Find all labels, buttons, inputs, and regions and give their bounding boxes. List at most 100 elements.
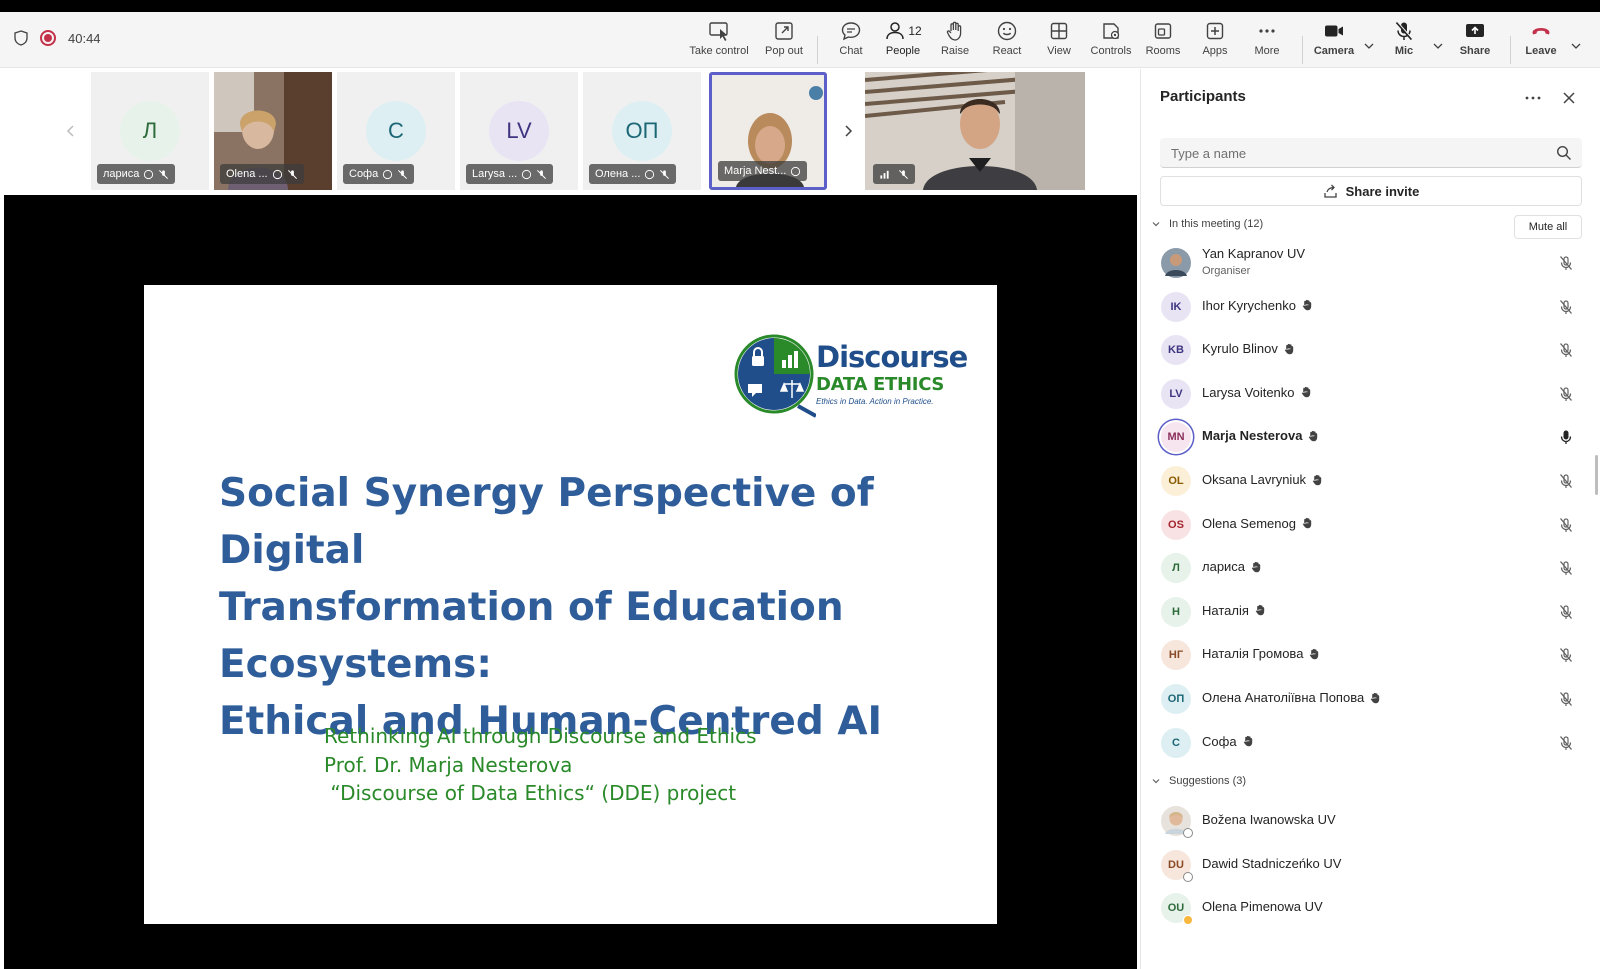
participant-search	[1160, 138, 1582, 168]
discourse-data-ethics-logo-icon	[734, 334, 816, 418]
share-invite-button[interactable]: Share invite	[1160, 176, 1582, 206]
hand-icon	[946, 21, 962, 41]
hand-raised-icon	[272, 169, 282, 179]
video-filmstrip: Л лариса Olena ... С Софа LV Larysa ... …	[0, 69, 1138, 193]
more-button[interactable]: More	[1236, 20, 1298, 64]
panel-scrollbar[interactable]	[1595, 455, 1598, 495]
participant-row[interactable]: OL Oksana Lavryniuk	[1141, 459, 1600, 503]
slide-title-line: Transformation of Education	[219, 585, 844, 630]
video-tile[interactable]: С Софа	[337, 72, 455, 190]
leave-label: Leave	[1525, 45, 1557, 57]
suggestion-row[interactable]: DU Dawid Stadniczeńko UV	[1141, 843, 1600, 887]
participant-row[interactable]: IK Ihor Kyrychenko	[1141, 285, 1600, 329]
participant-name-text: Larysa Voitenko	[1202, 384, 1295, 400]
hand-raised-icon	[645, 169, 655, 179]
suggestion-row[interactable]: OU Olena Pimenowa UV	[1141, 886, 1600, 930]
filmstrip-prev-icon[interactable]	[63, 123, 79, 139]
mic-off-icon	[1560, 648, 1572, 663]
participant-name-text: Olena Pimenowa UV	[1202, 899, 1323, 915]
participant-row[interactable]: MN Marja Nesterova	[1141, 415, 1600, 459]
search-input[interactable]	[1160, 138, 1540, 168]
video-tile-active-speaker[interactable]: Marja Nest...	[709, 72, 827, 190]
avatar: С	[366, 101, 426, 161]
camera-button[interactable]: Camera	[1303, 20, 1365, 64]
in-meeting-section-header[interactable]: In this meeting (12)	[1151, 218, 1263, 230]
people-label: People	[885, 45, 921, 57]
logo-sub-text: DATA ETHICS	[816, 374, 945, 395]
tile-name: Олена ...	[595, 168, 641, 180]
tile-name: Larysa ...	[472, 168, 518, 180]
filmstrip-next-icon[interactable]	[840, 123, 856, 139]
participant-name-text: Yan Kapranov UV	[1202, 246, 1306, 261]
in-meeting-label: In this meeting (12)	[1169, 218, 1264, 230]
take-control-label: Take control	[689, 45, 749, 57]
mic-off-icon	[1395, 21, 1413, 41]
participant-row[interactable]: ОП Олена Анатоліївна Попова	[1141, 677, 1600, 721]
participant-row[interactable]: С Софа	[1141, 721, 1600, 765]
logo-tagline: Ethics in Data. Action in Practice.	[816, 397, 934, 406]
video-tile[interactable]: LV Larysa ...	[460, 72, 578, 190]
leave-options-chevron-icon[interactable]	[1570, 40, 1582, 52]
toolbar-divider	[817, 36, 818, 64]
video-tile[interactable]	[865, 72, 1085, 190]
camera-label: Camera	[1313, 45, 1355, 57]
mic-off-icon	[1560, 299, 1572, 314]
slide-logo: Discourse DATA ETHICS Ethics in Data. Ac…	[732, 330, 968, 418]
mic-options-chevron-icon[interactable]	[1432, 40, 1444, 52]
mute-all-button[interactable]: Mute all	[1514, 215, 1582, 239]
participant-row[interactable]: НГ Наталія Громова	[1141, 633, 1600, 677]
slide-subtitle-line: “Discourse of Data Ethics“ (DDE) project	[324, 781, 737, 805]
share-button[interactable]: Share	[1444, 20, 1506, 64]
video-tile[interactable]: Olena ...	[214, 72, 332, 190]
participant-name-text: Dawid Stadniczeńko UV	[1202, 855, 1342, 871]
close-icon[interactable]	[1559, 88, 1579, 108]
participant-name: лариса	[1202, 559, 1262, 574]
suggestions-section-header[interactable]: Suggestions (3)	[1151, 775, 1246, 787]
participant-name-text: Marja Nesterova	[1202, 428, 1303, 444]
video-tile[interactable]: Л лариса	[91, 72, 209, 190]
meeting-toolbar: 40:44 Take control Pop out Chat 12 Peopl…	[0, 12, 1600, 77]
mic-off-icon	[1560, 692, 1572, 706]
suggestion-row[interactable]: Božena Iwanowska UV	[1141, 799, 1600, 843]
participant-row[interactable]: LV Larysa Voitenko	[1141, 372, 1600, 416]
window-top-strip	[0, 0, 1600, 12]
participant-name: Božena Iwanowska UV	[1202, 812, 1336, 827]
participant-name-text: Olena Semenog	[1202, 515, 1296, 531]
hand-raised-icon	[1370, 692, 1380, 703]
people-count: 12	[908, 24, 922, 38]
participant-row[interactable]: Н Наталія	[1141, 590, 1600, 634]
more-icon	[1259, 29, 1275, 33]
tile-name-tag: Olena ...	[220, 164, 304, 184]
avatar: НГ	[1161, 640, 1191, 671]
apps-label: Apps	[1202, 45, 1228, 57]
pop-out-button[interactable]: Pop out	[753, 20, 815, 64]
mic-off-icon	[1560, 604, 1572, 619]
participant-name: Olena Semenog	[1202, 516, 1313, 531]
pop-out-icon	[775, 22, 793, 40]
participant-name: Olena Pimenowa UV	[1202, 899, 1323, 914]
hand-raised-icon	[522, 169, 532, 179]
video-tile[interactable]: ОП Олена ...	[583, 72, 701, 190]
participant-name-text: Олена Анатоліївна Попова	[1202, 690, 1365, 705]
more-options-icon[interactable]	[1523, 88, 1543, 108]
leave-button[interactable]: Leave	[1510, 20, 1572, 64]
tile-name-tag: Софа	[343, 164, 415, 184]
tile-name: Marja Nest...	[724, 165, 787, 177]
presentation-slide: Discourse DATA ETHICS Ethics in Data. Ac…	[144, 285, 997, 924]
participant-row[interactable]: KB Kyrulo Blinov	[1141, 328, 1600, 372]
participant-role: Organiser	[1202, 265, 1251, 277]
participant-row[interactable]: OS Olena Semenog	[1141, 503, 1600, 547]
take-control-button[interactable]: Take control	[688, 20, 750, 64]
mic-label: Mic	[1394, 45, 1414, 57]
mic-off-icon	[1560, 474, 1572, 488]
participant-row[interactable]: Yan Kapranov UV Organiser	[1141, 241, 1600, 285]
tile-name-tag	[873, 164, 915, 184]
tile-name: лариса	[103, 168, 140, 180]
tile-name: Софа	[349, 168, 379, 180]
view-label: View	[1047, 45, 1071, 57]
mic-button[interactable]: Mic	[1373, 20, 1435, 64]
search-icon[interactable]	[1556, 145, 1572, 161]
mic-off-icon	[287, 169, 297, 179]
participant-row[interactable]: Ллариса	[1141, 546, 1600, 590]
hand-raised-icon	[144, 169, 154, 179]
